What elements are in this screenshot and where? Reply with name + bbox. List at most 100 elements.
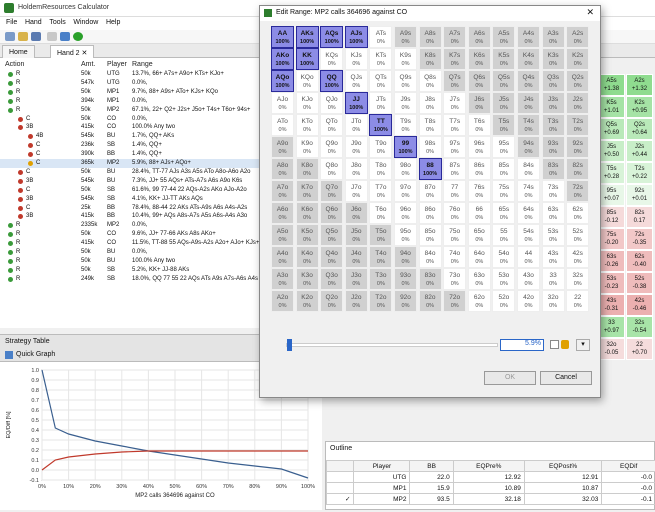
range-cell[interactable]: A7o0% — [271, 180, 294, 202]
range-cell[interactable]: Q3s0% — [542, 70, 565, 92]
range-cell[interactable]: A4s0% — [517, 26, 540, 48]
range-cell[interactable]: 93s0% — [542, 136, 565, 158]
open-folder-icon[interactable] — [18, 32, 28, 41]
menu-window[interactable]: Window — [73, 19, 98, 26]
range-cell[interactable]: Q2s0% — [566, 70, 589, 92]
range-cell[interactable]: A9s0% — [394, 26, 417, 48]
range-cell[interactable]: 94s0% — [517, 136, 540, 158]
range-cell[interactable]: 97o0% — [394, 180, 417, 202]
range-cell[interactable]: K5s0% — [492, 48, 515, 70]
range-cell[interactable]: 82s0% — [566, 158, 589, 180]
range-cell[interactable]: 42o0% — [517, 290, 540, 312]
range-cell[interactable]: Q5s0% — [492, 70, 515, 92]
range-cell[interactable]: A9o0% — [271, 136, 294, 158]
range-cell[interactable]: 83o0% — [419, 268, 442, 290]
range-cell[interactable]: J4s0% — [517, 92, 540, 114]
range-cell[interactable]: Q7s0% — [443, 70, 466, 92]
range-cell[interactable]: Q7o0% — [320, 180, 343, 202]
range-cell[interactable]: 43o0% — [517, 268, 540, 290]
range-cell[interactable]: 76o0% — [443, 202, 466, 224]
undo-icon[interactable] — [47, 32, 57, 41]
range-cell[interactable]: 53s0% — [542, 224, 565, 246]
lock-checkbox[interactable] — [550, 340, 559, 349]
range-cell[interactable]: K9o0% — [296, 136, 319, 158]
range-cell[interactable]: KQo0% — [296, 70, 319, 92]
ev-cell[interactable]: T2s+0.22 — [626, 162, 653, 184]
range-cell[interactable]: T7o0% — [369, 180, 392, 202]
range-cell[interactable]: 32s0% — [566, 268, 589, 290]
ev-cell[interactable]: Q2s+0.64 — [626, 118, 653, 140]
range-cell[interactable]: AQo100% — [271, 70, 294, 92]
range-cell[interactable]: QTo0% — [320, 114, 343, 136]
range-cell[interactable]: K4s0% — [517, 48, 540, 70]
range-cell[interactable]: A3s0% — [542, 26, 565, 48]
ev-cell[interactable]: 92s+0.01 — [626, 184, 653, 206]
ev-cell[interactable]: 53s-0.23 — [598, 272, 625, 294]
range-cell[interactable]: Q6s0% — [468, 70, 491, 92]
range-cell[interactable]: K8s0% — [419, 48, 442, 70]
ev-cell[interactable]: 62s-0.40 — [626, 250, 653, 272]
dialog-close-icon[interactable]: ✕ — [586, 7, 594, 18]
range-cell[interactable]: Q5o0% — [320, 224, 343, 246]
range-cell[interactable]: 65o0% — [468, 224, 491, 246]
range-cell[interactable]: AQs100% — [320, 26, 343, 48]
range-cell[interactable]: 440% — [517, 246, 540, 268]
range-cell[interactable]: Q9o0% — [320, 136, 343, 158]
range-cell[interactable]: J3o0% — [345, 268, 368, 290]
range-cell[interactable]: 74s0% — [517, 180, 540, 202]
ev-cell[interactable]: 63s-0.26 — [598, 250, 625, 272]
range-cell[interactable]: 87s0% — [443, 158, 466, 180]
range-cell[interactable]: 92s0% — [566, 136, 589, 158]
close-icon[interactable]: ✕ — [82, 50, 88, 57]
ev-cell[interactable]: 85s-0.12 — [598, 206, 625, 228]
range-cell[interactable]: 85s0% — [492, 158, 515, 180]
range-cell[interactable]: TT100% — [369, 114, 392, 136]
range-slider-track[interactable] — [286, 343, 498, 347]
range-cell[interactable]: 63o0% — [468, 268, 491, 290]
range-cell[interactable]: T4o0% — [369, 246, 392, 268]
range-cell[interactable]: T4s0% — [517, 114, 540, 136]
range-cell[interactable]: 93o0% — [394, 268, 417, 290]
outline-header[interactable]: EQPre% — [453, 461, 524, 472]
range-cell[interactable]: 63s0% — [542, 202, 565, 224]
range-cell[interactable]: J7s0% — [443, 92, 466, 114]
range-cell[interactable]: J8s0% — [419, 92, 442, 114]
ev-cell[interactable]: J5s+0.50 — [598, 140, 625, 162]
ev-cell[interactable]: T5s+0.28 — [598, 162, 625, 184]
range-cell[interactable]: 76s0% — [468, 180, 491, 202]
range-cell[interactable]: 86s0% — [468, 158, 491, 180]
range-cell[interactable]: 43s0% — [542, 246, 565, 268]
ev-cell[interactable]: A5s+1.38 — [598, 74, 625, 96]
range-cell[interactable]: Q9s0% — [394, 70, 417, 92]
ev-cell[interactable]: 75s-0.20 — [598, 228, 625, 250]
new-icon[interactable] — [5, 32, 15, 41]
range-cell[interactable]: 72o0% — [443, 290, 466, 312]
range-cell[interactable]: T3s0% — [542, 114, 565, 136]
ev-cell[interactable]: J2s+0.44 — [626, 140, 653, 162]
range-cell[interactable]: 42s0% — [566, 246, 589, 268]
range-cell[interactable]: T5s0% — [492, 114, 515, 136]
range-cell[interactable]: 84s0% — [517, 158, 540, 180]
run-icon[interactable] — [73, 32, 83, 41]
ev-cell[interactable]: 43s-0.31 — [598, 294, 625, 316]
range-cell[interactable]: 64s0% — [517, 202, 540, 224]
range-cell[interactable]: Q8o0% — [320, 158, 343, 180]
ev-cell[interactable]: A2s+1.32 — [626, 74, 653, 96]
outline-header[interactable] — [327, 461, 354, 472]
range-cell[interactable]: AJo0% — [271, 92, 294, 114]
range-cell[interactable]: T9s0% — [394, 114, 417, 136]
range-cell[interactable]: 72s0% — [566, 180, 589, 202]
range-percent-input[interactable]: 5.9% — [500, 339, 544, 351]
range-cell[interactable]: A3o0% — [271, 268, 294, 290]
range-cell[interactable]: 95o0% — [394, 224, 417, 246]
range-cell[interactable]: A8o0% — [271, 158, 294, 180]
chart-icon[interactable] — [60, 32, 70, 41]
range-cell[interactable]: A7s0% — [443, 26, 466, 48]
range-cell[interactable]: K2s0% — [566, 48, 589, 70]
save-icon[interactable] — [31, 32, 41, 41]
range-cell[interactable]: J7o0% — [345, 180, 368, 202]
range-cell[interactable]: Q8s0% — [419, 70, 442, 92]
dropdown-arrow-icon[interactable]: ▾ — [576, 339, 590, 351]
ev-cell[interactable]: 72s-0.35 — [626, 228, 653, 250]
outline-header[interactable]: EQPost% — [524, 461, 602, 472]
